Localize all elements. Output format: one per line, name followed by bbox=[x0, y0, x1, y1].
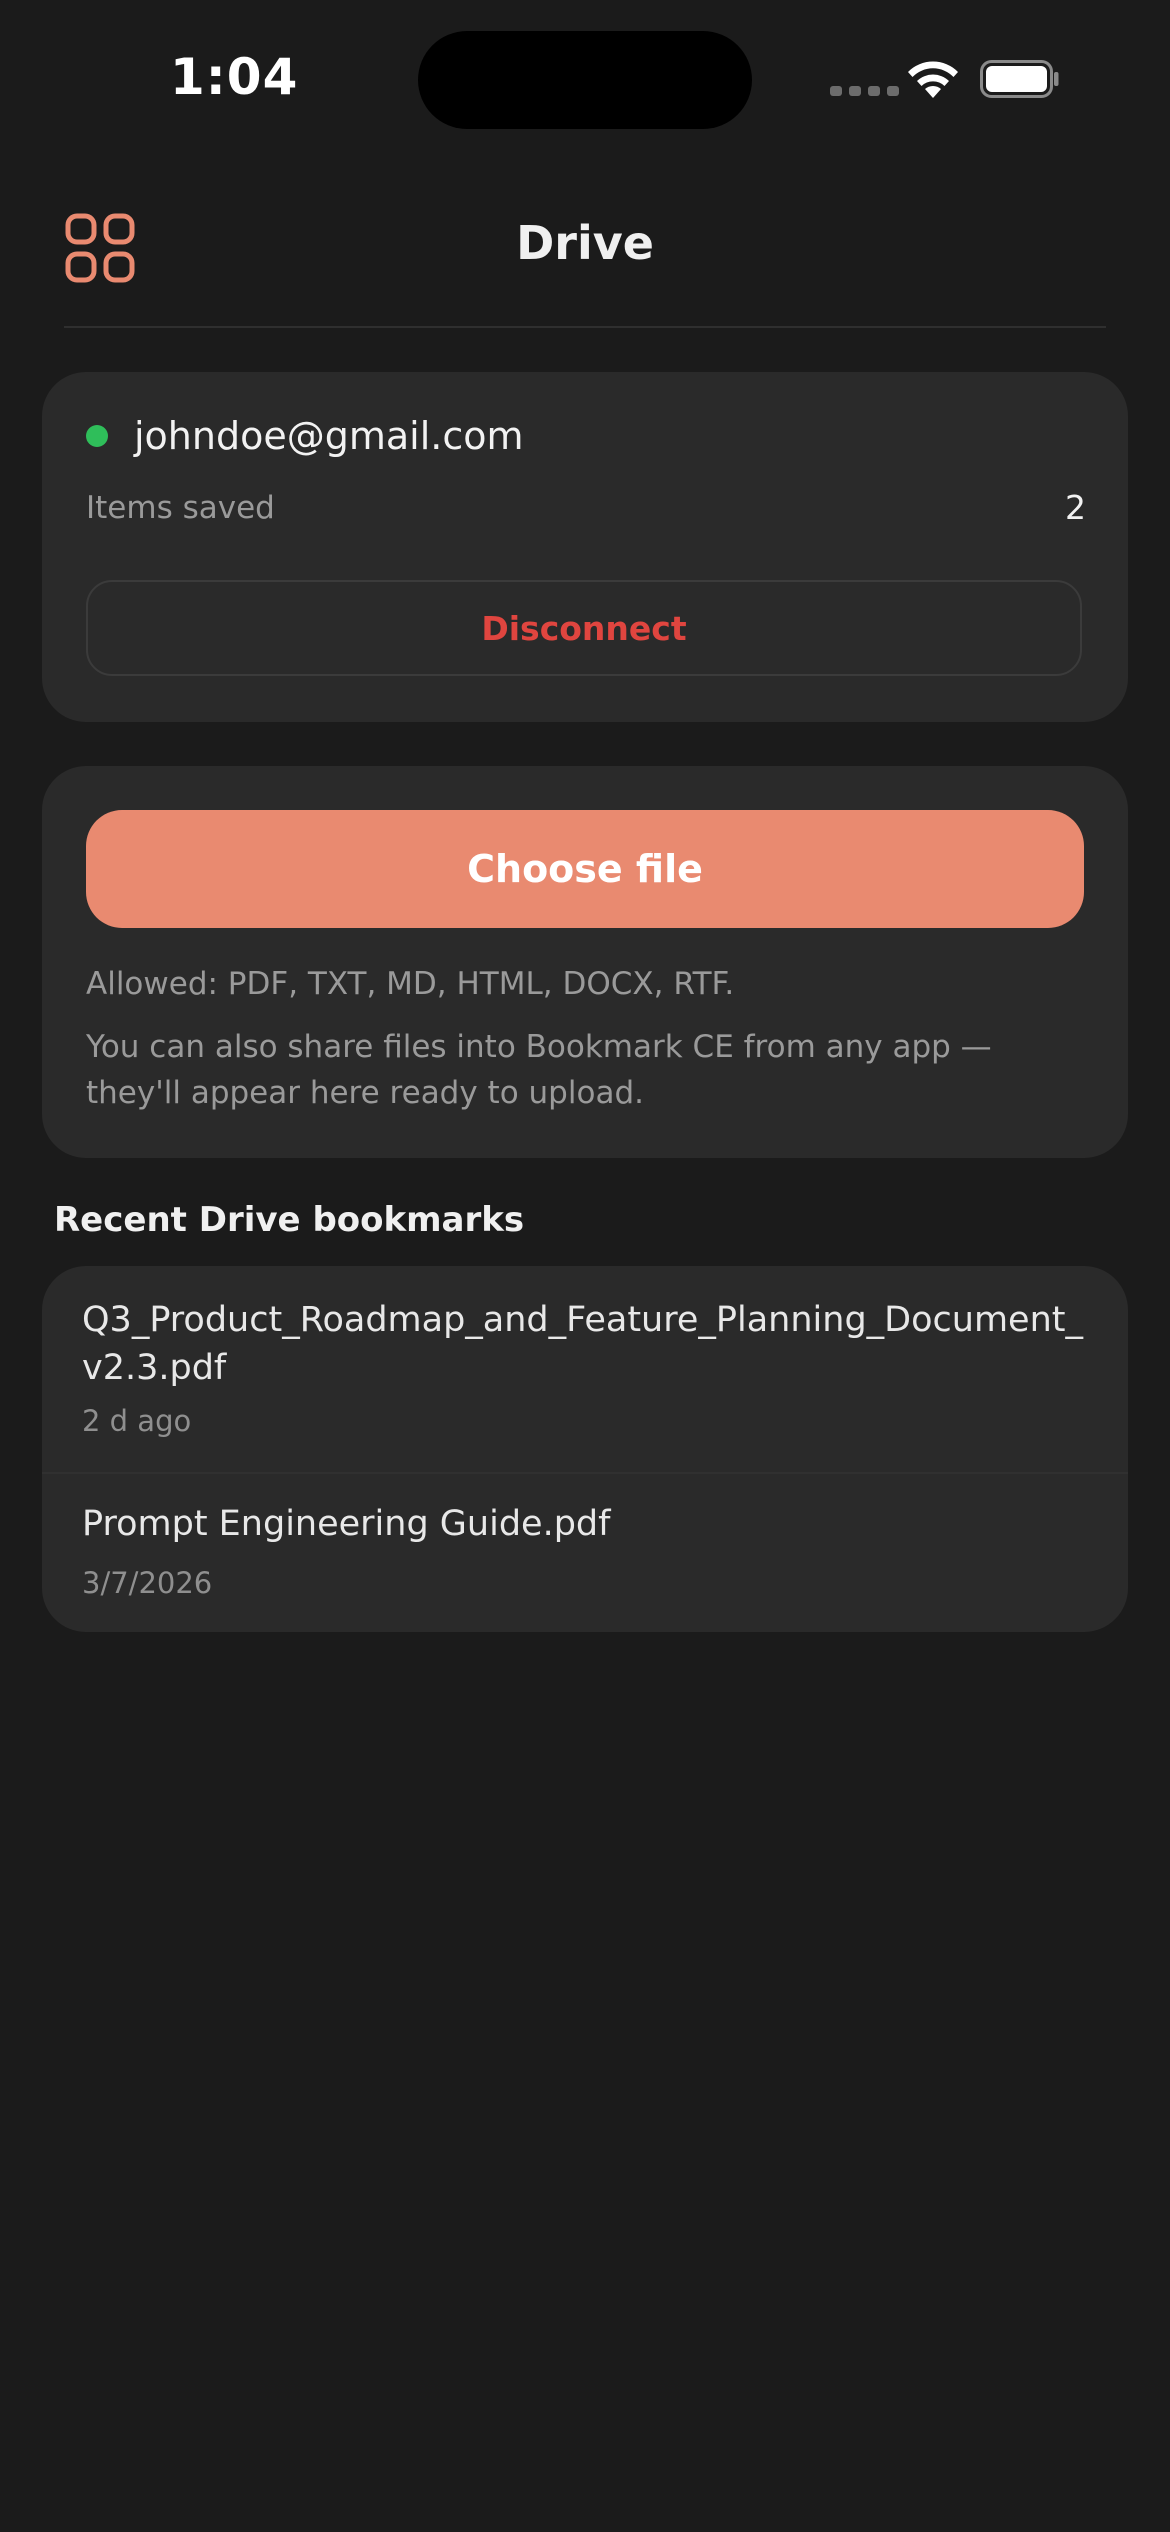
bookmark-date: 2 d ago bbox=[82, 1404, 192, 1438]
signal-icon bbox=[830, 86, 899, 96]
header-divider bbox=[64, 326, 1106, 328]
header: Drive bbox=[0, 200, 1170, 330]
choose-file-button[interactable]: Choose file bbox=[86, 810, 1084, 928]
allowed-file-types: Allowed: PDF, TXT, MD, HTML, DOCX, RTF. bbox=[86, 966, 735, 1002]
account-card: johndoe@gmail.com Items saved 2 Disconne… bbox=[42, 372, 1128, 722]
status-bar: 1:04 bbox=[0, 0, 1170, 160]
page-title: Drive bbox=[516, 216, 654, 270]
wifi-icon bbox=[908, 61, 958, 98]
list-item[interactable]: Q3_Product_Roadmap_and_Feature_Planning_… bbox=[42, 1266, 1128, 1472]
battery-icon bbox=[980, 60, 1059, 98]
bookmark-date: 3/7/2026 bbox=[82, 1566, 213, 1600]
recent-bookmarks-list: Q3_Product_Roadmap_and_Feature_Planning_… bbox=[42, 1266, 1128, 1632]
share-hint: You can also share files into Bookmark C… bbox=[86, 1029, 992, 1111]
list-item[interactable]: Prompt Engineering Guide.pdf 3/7/2026 bbox=[42, 1474, 1128, 1632]
disconnect-button[interactable]: Disconnect bbox=[86, 580, 1082, 676]
bookmark-name: Prompt Engineering Guide.pdf bbox=[82, 1504, 611, 1544]
account-row: johndoe@gmail.com bbox=[86, 414, 524, 458]
dynamic-island bbox=[418, 31, 752, 129]
items-saved-label: Items saved bbox=[86, 490, 275, 526]
upload-card: Choose file Allowed: PDF, TXT, MD, HTML,… bbox=[42, 766, 1128, 1158]
account-email: johndoe@gmail.com bbox=[134, 414, 524, 458]
bookmark-name: Q3_Product_Roadmap_and_Feature_Planning_… bbox=[82, 1300, 1083, 1388]
recent-bookmarks-heading: Recent Drive bookmarks bbox=[54, 1200, 525, 1240]
status-time: 1:04 bbox=[170, 48, 299, 106]
connection-status-dot bbox=[86, 425, 108, 447]
items-saved-count: 2 bbox=[1065, 488, 1086, 527]
